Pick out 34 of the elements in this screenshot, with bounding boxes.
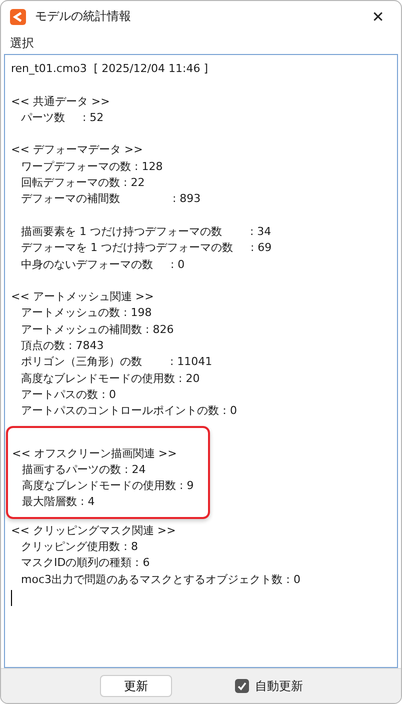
stat-line: 頂点の数 : 7843 (20, 338, 105, 354)
update-button[interactable]: 更新 (100, 675, 172, 697)
stat-line: 描画するパーツの数 : 24 (21, 462, 147, 478)
stat-line: 中身のないデフォーマの数 : 0 (20, 256, 186, 273)
stat-line: 高度なブレンドモードの使用数 : 20 (20, 370, 201, 387)
menu-item[interactable]: 選択 (10, 34, 34, 52)
stat-line: アートパスの数：0 (20, 386, 117, 403)
stat-line: デフォーマの補間数 : 893 (20, 191, 202, 208)
stat-line: アートメッシュの数 : 198 (20, 305, 153, 322)
stat-line: 高度なブレンドモードの使用数 : 9 (21, 478, 194, 494)
text-cursor (11, 590, 12, 606)
close-button[interactable]: ✕ (363, 2, 393, 30)
stat-line: クリッピング使用数：8 (20, 539, 139, 556)
checkbox-label: 自動更新 (255, 678, 303, 694)
stat-line: ポリゴン（三角形）の数 : 11041 (20, 354, 214, 370)
app-logo-icon (10, 8, 26, 24)
section-title: << アートメッシュ関連 >> (11, 289, 155, 306)
stat-line: デフォーマを 1 つだけ持つデフォーマの数 : 69 (20, 240, 272, 256)
stat-line: 回転デフォーマの数 : 22 (20, 175, 146, 192)
stat-line: 最大階層数 : 4 (21, 494, 96, 510)
file-header: ren_t01.cmo3 [ 2025/12/04 11:46 ] (11, 61, 209, 77)
section-title: << クリッピングマスク関連 >> (11, 522, 177, 539)
stat-line: アートパスのコントロールポイントの数：0 (20, 403, 237, 420)
window-title: モデルの統計情報 (35, 8, 132, 25)
checkbox[interactable] (235, 679, 249, 693)
stat-line: 描画要素を 1 つだけ持つデフォーマの数 : 34 (20, 224, 272, 240)
section-title: << オフスクリーン描画関連 >> (12, 446, 178, 462)
stat-line: マスクIDの順列の種類：6 (20, 555, 151, 572)
section-title: << 共通データ >> (11, 94, 110, 110)
stat-line: パーツ数 : 52 (20, 110, 105, 126)
stat-line: moc3出力で問題のあるマスクとするオブジェクト数：0 (20, 572, 300, 588)
stat-line: アートメッシュの補間数 : 826 (20, 322, 175, 338)
section-title: << デフォーマデータ >> (11, 142, 144, 158)
stat-line: ワープデフォーマの数 : 128 (20, 158, 164, 175)
